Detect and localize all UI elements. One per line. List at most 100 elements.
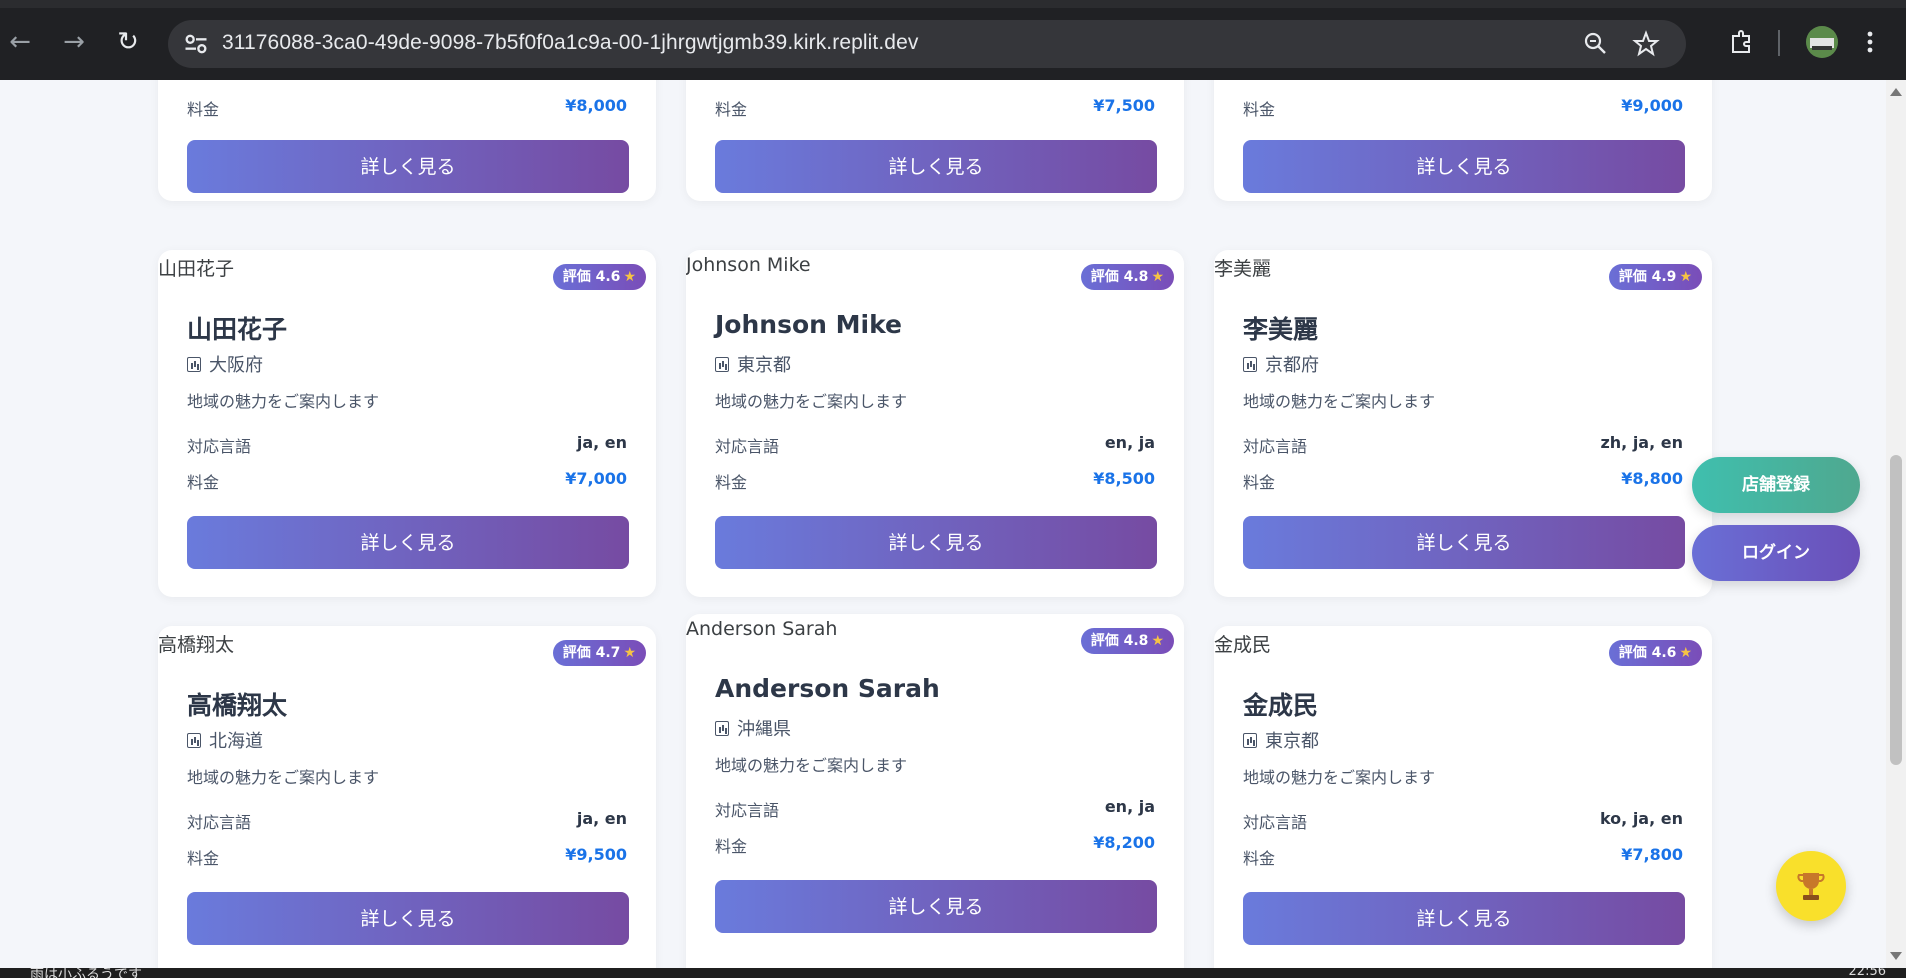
extensions-icon[interactable] [1725,26,1757,58]
back-icon[interactable]: ← [4,26,36,58]
rating-badge: 評価 4.6 ★ [552,264,646,290]
trophy-icon [1797,873,1825,900]
price-label: 料金 [1243,849,1276,868]
price-value: ¥9,000 [1621,96,1683,115]
guide-description: 地域の魅力をご案内します [715,392,908,411]
guide-card: 料金 ¥8,000 詳しく見る [158,80,656,201]
guide-name[interactable]: Johnson Mike [715,310,902,339]
price-label: 料金 [715,837,748,856]
guide-name[interactable]: 高橋翔太 [187,686,287,722]
taskbar-notice: 雨は小ふるうです [30,968,142,978]
taskbar: 雨は小ふるうです 22:56 [0,968,1906,978]
price-label: 料金 [187,100,220,119]
guide-location: 東京都 [715,351,791,377]
guide-description: 地域の魅力をご案内します [187,392,380,411]
guide-description: 地域の魅力をご案内します [715,756,908,775]
guide-name[interactable]: 山田花子 [187,310,287,346]
guide-location: 北海道 [187,727,263,753]
browser-toolbar: ← → ↻ 31176088-3ca0-49de-9098-7b5f0f0a1c… [0,0,1906,80]
address-bar[interactable]: 31176088-3ca0-49de-9098-7b5f0f0a1c9a-00-… [168,20,1686,68]
detail-button[interactable]: 詳しく見る [715,880,1157,933]
guide-name[interactable]: 金成民 [1243,686,1318,722]
detail-button[interactable]: 詳しく見る [715,140,1157,193]
detail-button[interactable]: 詳しく見る [715,516,1157,569]
store-register-button[interactable]: 店舗登録 [1692,457,1860,513]
tab-strip [0,0,1906,8]
location-icon [1243,357,1257,372]
star-icon: ★ [623,269,636,285]
location-icon [715,721,729,736]
guide-photo: 高橋翔太 [158,634,235,656]
rating-text: 評価 4.8 [1090,633,1149,649]
guide-card: 料金 ¥7,500 詳しく見る [686,80,1184,201]
languages-value: ko, ja, en [1599,809,1683,828]
price-value: ¥8,800 [1621,469,1683,488]
scroll-down-arrow[interactable] [1890,952,1902,960]
scroll-up-arrow[interactable] [1890,88,1902,96]
rating-text: 評価 4.8 [1090,269,1149,285]
guide-location: 大阪府 [187,351,263,377]
detail-button[interactable]: 詳しく見る [187,140,629,193]
detail-button[interactable]: 詳しく見る [187,516,629,569]
price-value: ¥9,500 [565,845,627,864]
page-content: 料金 ¥8,000 詳しく見る 料金 ¥7,500 詳しく見る 料金 ¥9,00… [0,80,1886,968]
rating-badge: 評価 4.8 ★ [1080,628,1174,654]
price-label: 料金 [187,849,220,868]
login-button[interactable]: ログイン [1692,525,1860,581]
zoom-icon[interactable] [1580,28,1612,60]
scrollbar-thumb[interactable] [1890,455,1902,765]
price-value: ¥7,800 [1621,845,1683,864]
location-text: 東京都 [1265,731,1319,752]
price-value: ¥8,000 [565,96,627,115]
languages-value: zh, ja, en [1600,433,1683,452]
languages-label: 対応言語 [715,801,780,820]
star-icon: ★ [1679,269,1692,285]
rating-text: 評価 4.7 [562,645,621,661]
rating-text: 評価 4.9 [1618,269,1677,285]
languages-value: ja, en [576,809,627,828]
languages-label: 対応言語 [187,813,252,832]
url-text[interactable]: 31176088-3ca0-49de-9098-7b5f0f0a1c9a-00-… [222,31,918,55]
guide-photo: 金成民 [1214,634,1272,656]
forward-icon[interactable]: → [58,26,90,58]
guide-description: 地域の魅力をご案内します [187,768,380,787]
guide-photo: Anderson Sarah [686,618,838,640]
rating-badge: 評価 4.9 ★ [1608,264,1702,290]
page-scrollbar[interactable] [1886,80,1906,968]
guide-name[interactable]: 李美麗 [1243,310,1318,346]
menu-icon[interactable] [1860,26,1880,58]
languages-label: 対応言語 [1243,813,1308,832]
languages-label: 対応言語 [187,437,252,456]
languages-value: en, ja [1104,797,1155,816]
guide-location: 沖縄県 [715,715,791,741]
price-label: 料金 [1243,473,1276,492]
rating-text: 評価 4.6 [1618,645,1677,661]
guide-description: 地域の魅力をご案内します [1243,392,1436,411]
languages-value: ja, en [576,433,627,452]
star-icon: ★ [1679,645,1692,661]
location-icon [715,357,729,372]
price-value: ¥8,200 [1093,833,1155,852]
location-icon [187,733,201,748]
detail-button[interactable]: 詳しく見る [1243,140,1685,193]
reload-icon[interactable]: ↻ [112,26,144,58]
detail-button[interactable]: 詳しく見る [1243,516,1685,569]
guide-card: Johnson Mike 評価 4.8 ★ Johnson Mike 東京都 地域… [686,250,1184,597]
bookmark-star-icon[interactable] [1630,28,1662,60]
location-icon [187,357,201,372]
star-icon: ★ [1151,269,1164,285]
price-label: 料金 [1243,100,1276,119]
trophy-button[interactable] [1776,851,1846,921]
price-label: 料金 [187,473,220,492]
location-text: 大阪府 [209,355,263,376]
location-text: 沖縄県 [737,719,791,740]
location-text: 北海道 [209,731,263,752]
guide-photo: 山田花子 [158,258,235,280]
detail-button[interactable]: 詳しく見る [1243,892,1685,945]
price-label: 料金 [715,100,748,119]
site-settings-icon[interactable] [182,30,210,58]
detail-button[interactable]: 詳しく見る [187,892,629,945]
guide-name[interactable]: Anderson Sarah [715,674,940,703]
guide-card: 料金 ¥9,000 詳しく見る [1214,80,1712,201]
profile-avatar[interactable] [1806,26,1838,58]
